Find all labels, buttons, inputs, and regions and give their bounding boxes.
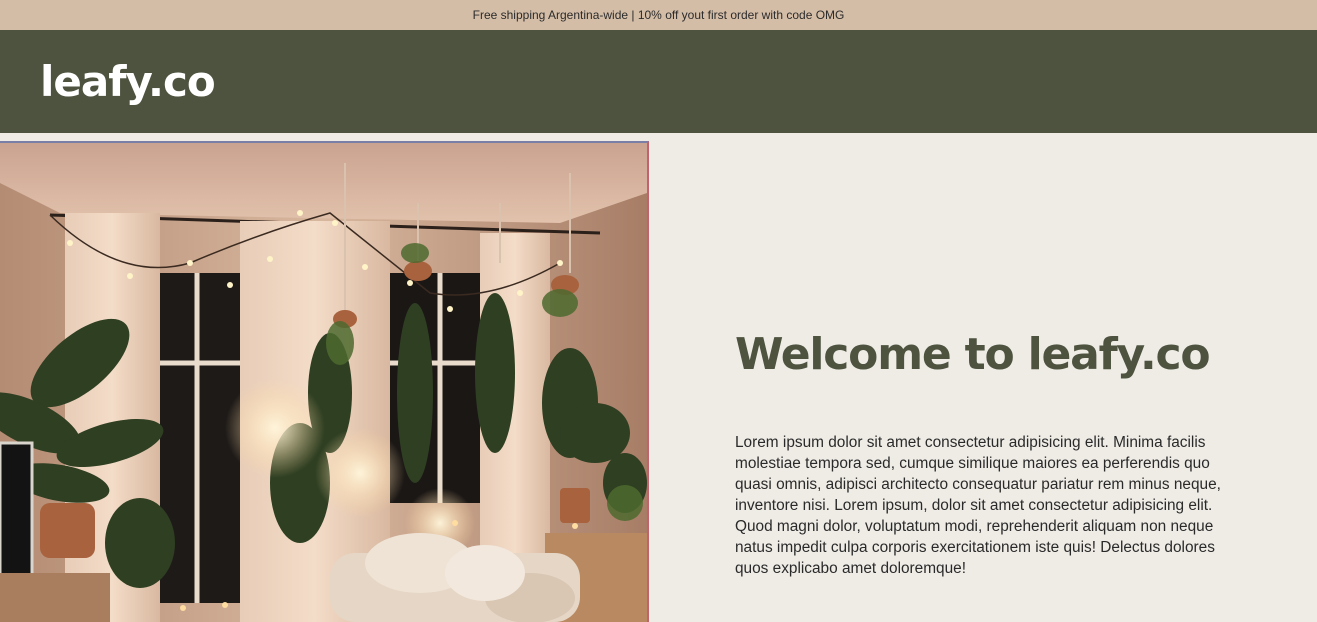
hero-section: Welcome to leafy.co Lorem ipsum dolor si… xyxy=(0,133,1317,622)
announcement-bar: Free shipping Argentina-wide | 10% off y… xyxy=(0,0,1317,30)
hero-body-text: Lorem ipsum dolor sit amet consectetur a… xyxy=(735,434,1221,577)
hero-title: Welcome to leafy.co xyxy=(735,329,1211,380)
hero-copy: Welcome to leafy.co Lorem ipsum dolor si… xyxy=(735,328,1255,579)
hero-image xyxy=(0,141,649,622)
logo[interactable]: leafy.co xyxy=(40,57,216,106)
site-header: leafy.co xyxy=(0,30,1317,133)
announcement-text: Free shipping Argentina-wide | 10% off y… xyxy=(472,8,845,22)
